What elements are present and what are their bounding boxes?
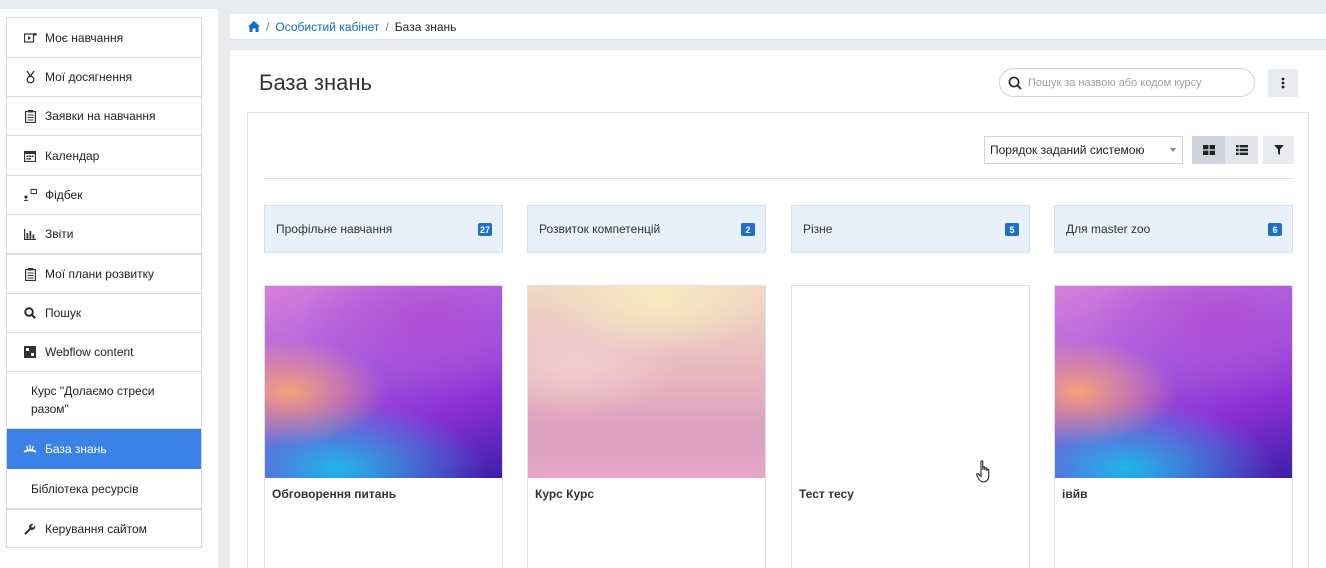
toolbar-divider: [264, 178, 1294, 179]
grid-view-button[interactable]: [1192, 136, 1225, 164]
course-title[interactable]: Курс Курс: [535, 487, 594, 501]
list-view-button[interactable]: [1225, 136, 1258, 164]
search-icon: [23, 306, 37, 320]
webflow-icon: [23, 345, 37, 359]
filter-button[interactable]: [1263, 136, 1294, 164]
breadcrumb-current: База знань: [394, 19, 457, 34]
sidebar-item-label: Заявки на навчання: [45, 109, 156, 123]
sidebar-item-knowledge-base[interactable]: База знань: [7, 429, 201, 469]
course-card[interactable]: Тест тесу: [791, 285, 1030, 568]
breadcrumb-separator: /: [266, 19, 270, 34]
clipboard-icon: [23, 109, 37, 123]
sidebar-item-label: Моє навчання: [45, 30, 124, 45]
catalog-panel: Порядок заданий системою Профільне навча…: [247, 112, 1309, 568]
sidebar-item-label: Курс "Долаємо стреси разом": [31, 384, 155, 416]
sidebar-item-reports[interactable]: Звіти: [7, 215, 201, 254]
sidebar-item-label: Керування сайтом: [45, 521, 147, 536]
course-image: [792, 286, 1029, 478]
sidebar-item-calendar[interactable]: Календар: [7, 136, 201, 176]
sidebar-item-stress-course[interactable]: Курс "Долаємо стреси разом": [7, 372, 201, 429]
sidebar-item-label: Календар: [45, 148, 100, 163]
course-title[interactable]: Тест тесу: [799, 487, 854, 501]
course-search: [999, 68, 1255, 97]
breadcrumb: / Особистий кабінет / База знань: [230, 14, 1326, 40]
sidebar-item-requests[interactable]: Заявки на навчання: [7, 97, 201, 136]
medal-icon: [23, 70, 37, 84]
category-card[interactable]: Для master zoo 6: [1054, 205, 1293, 253]
sidebar-item-label: Мої плани розвитку: [45, 267, 154, 281]
category-card[interactable]: Профільне навчання 27: [264, 205, 503, 253]
sidebar-item-search[interactable]: Пошук: [7, 294, 201, 333]
clipboard-icon: [23, 267, 37, 281]
category-card[interactable]: Різне 5: [791, 205, 1030, 253]
sort-select-value: Порядок заданий системою: [990, 143, 1145, 157]
sort-select[interactable]: Порядок заданий системою: [984, 136, 1183, 164]
sidebar-item-resource-library[interactable]: Бібліотека ресурсів: [7, 469, 201, 509]
category-card[interactable]: Розвиток компетенцій 2: [527, 205, 766, 253]
course-image: [265, 286, 502, 478]
course-card[interactable]: Обговорення питань: [264, 285, 503, 568]
breadcrumb-separator: /: [385, 19, 389, 34]
sidebar-item-site-admin[interactable]: Керування сайтом: [7, 509, 201, 548]
category-count-badge: 27: [477, 223, 492, 236]
category-label: Профільне навчання: [276, 222, 393, 236]
sidebar-nav: Моє навчання Мої досягнення Заявки на на…: [6, 17, 202, 548]
search-input[interactable]: [1028, 76, 1248, 89]
more-actions-button[interactable]: [1268, 69, 1298, 97]
sidebar-item-label: Webflow content: [45, 345, 134, 359]
course-image: [1055, 286, 1292, 478]
kebab-menu-icon: [1281, 77, 1285, 89]
sidebar-item-feedback[interactable]: Фідбек: [7, 176, 201, 215]
main-content: База знань Порядок заданий системою: [230, 50, 1326, 568]
knowledge-base-icon: [23, 442, 37, 456]
chevron-down-icon: [1170, 148, 1176, 152]
sidebar-item-label: Фідбек: [45, 188, 83, 202]
home-icon[interactable]: [248, 21, 260, 32]
sidebar-item-development-plans[interactable]: Мої плани розвитку: [7, 254, 201, 294]
list-icon: [1235, 145, 1248, 155]
sidebar-item-label: База знань: [45, 441, 107, 456]
course-title[interactable]: івйв: [1062, 487, 1087, 501]
page-title: База знань: [259, 70, 372, 95]
grid-icon: [1202, 145, 1215, 155]
course-card[interactable]: івйв: [1054, 285, 1293, 568]
category-count-badge: 6: [1268, 223, 1282, 236]
calendar-icon: [23, 149, 37, 163]
category-label: Різне: [803, 222, 833, 236]
sidebar-item-label: Пошук: [45, 306, 82, 320]
category-label: Для master zoo: [1066, 222, 1151, 236]
breadcrumb-link-dashboard[interactable]: Особистий кабінет: [275, 20, 379, 34]
category-count-badge: 5: [1005, 223, 1019, 236]
sidebar-item-webflow[interactable]: Webflow content: [7, 333, 201, 372]
course-title[interactable]: Обговорення питань: [272, 487, 396, 501]
sidebar-item-label: Бібліотека ресурсів: [31, 481, 139, 496]
category-count-badge: 2: [741, 223, 755, 236]
sidebar-top-strip: [0, 0, 218, 9]
course-image: [528, 286, 765, 478]
my-learning-icon: [23, 31, 37, 45]
sidebar: Моє навчання Мої досягнення Заявки на на…: [0, 0, 218, 568]
reports-icon: [23, 227, 37, 241]
course-card[interactable]: Курс Курс: [527, 285, 766, 568]
sidebar-item-label: Мої досягнення: [45, 70, 133, 84]
sidebar-item-achievements[interactable]: Мої досягнення: [7, 58, 201, 97]
category-label: Розвиток компетенцій: [539, 222, 661, 236]
search-icon: [1008, 76, 1022, 90]
feedback-icon: [23, 188, 37, 202]
sidebar-item-my-learning[interactable]: Моє навчання: [7, 18, 201, 58]
sidebar-item-label: Звіти: [45, 227, 74, 241]
wrench-icon: [23, 522, 37, 536]
filter-icon: [1273, 145, 1284, 155]
